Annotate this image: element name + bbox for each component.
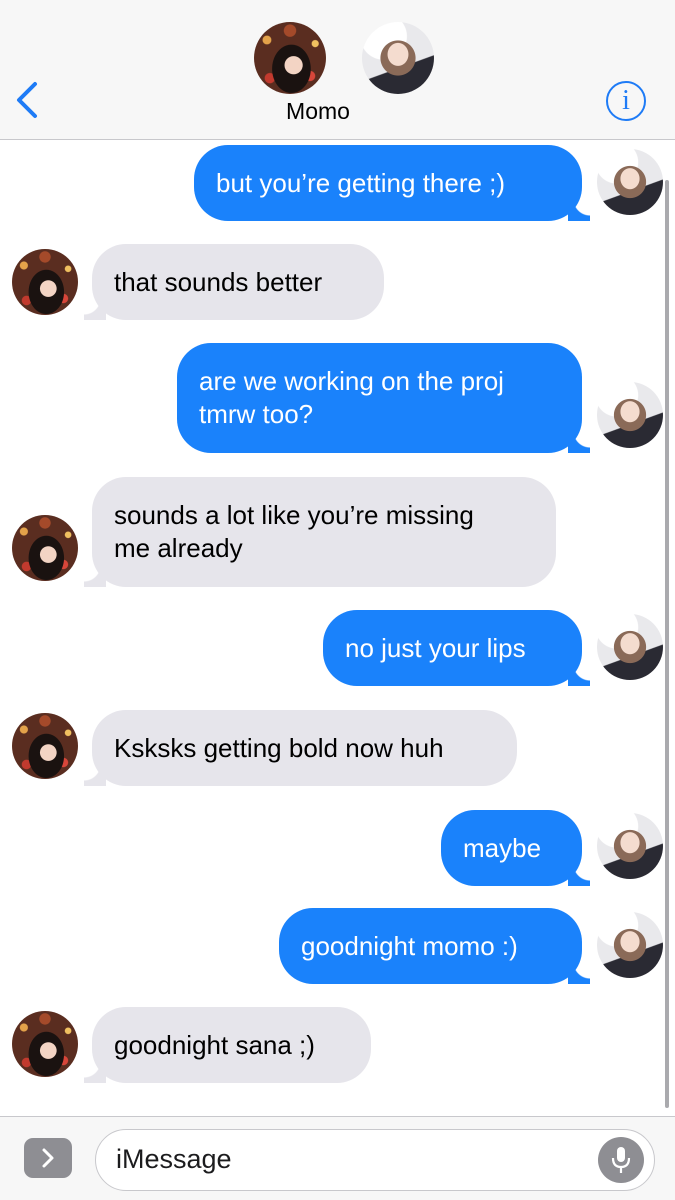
sent-message-bubble[interactable]: no just your lips: [323, 610, 590, 686]
scrollbar[interactable]: [665, 180, 669, 1108]
sender-avatar: [597, 912, 663, 978]
sent-message-bubble[interactable]: maybe: [441, 810, 590, 886]
received-message-bubble[interactable]: goodnight sana ;): [84, 1007, 371, 1083]
sender-avatar: [597, 382, 663, 448]
compose-bar: iMessage: [0, 1116, 675, 1200]
info-icon: i: [622, 85, 630, 116]
chevron-right-icon: [42, 1148, 54, 1168]
contact-avatar-momo[interactable]: [254, 22, 326, 94]
sent-message-bubble[interactable]: goodnight momo :): [279, 908, 590, 984]
conversation-header: Momo i: [0, 0, 675, 140]
received-message-bubble[interactable]: sounds a lot like you’re missing me alre…: [84, 477, 556, 587]
message-thread[interactable]: but you’re getting there ;) that sounds …: [0, 141, 675, 1116]
info-button[interactable]: i: [606, 81, 646, 121]
imessage-placeholder: iMessage: [116, 1144, 232, 1174]
contact-avatar-small: [12, 713, 78, 779]
contact-name[interactable]: Momo: [0, 98, 636, 125]
sent-message-bubble[interactable]: but you’re getting there ;): [194, 145, 590, 221]
sender-avatar: [597, 149, 663, 215]
contact-avatar-small: [12, 515, 78, 581]
received-message-bubble[interactable]: Ksksks getting bold now huh: [84, 710, 517, 786]
contact-avatar-second[interactable]: [362, 22, 434, 94]
contact-avatar-small: [12, 249, 78, 315]
dictation-button[interactable]: [598, 1137, 644, 1183]
sender-avatar: [597, 614, 663, 680]
received-message-bubble[interactable]: that sounds better: [84, 244, 384, 320]
apps-expand-button[interactable]: [24, 1138, 72, 1178]
sender-avatar: [597, 813, 663, 879]
contact-avatar-small: [12, 1011, 78, 1077]
imessage-input[interactable]: iMessage: [95, 1129, 655, 1191]
sent-message-bubble[interactable]: are we working on the proj tmrw too?: [177, 343, 590, 453]
microphone-icon: [611, 1147, 631, 1173]
